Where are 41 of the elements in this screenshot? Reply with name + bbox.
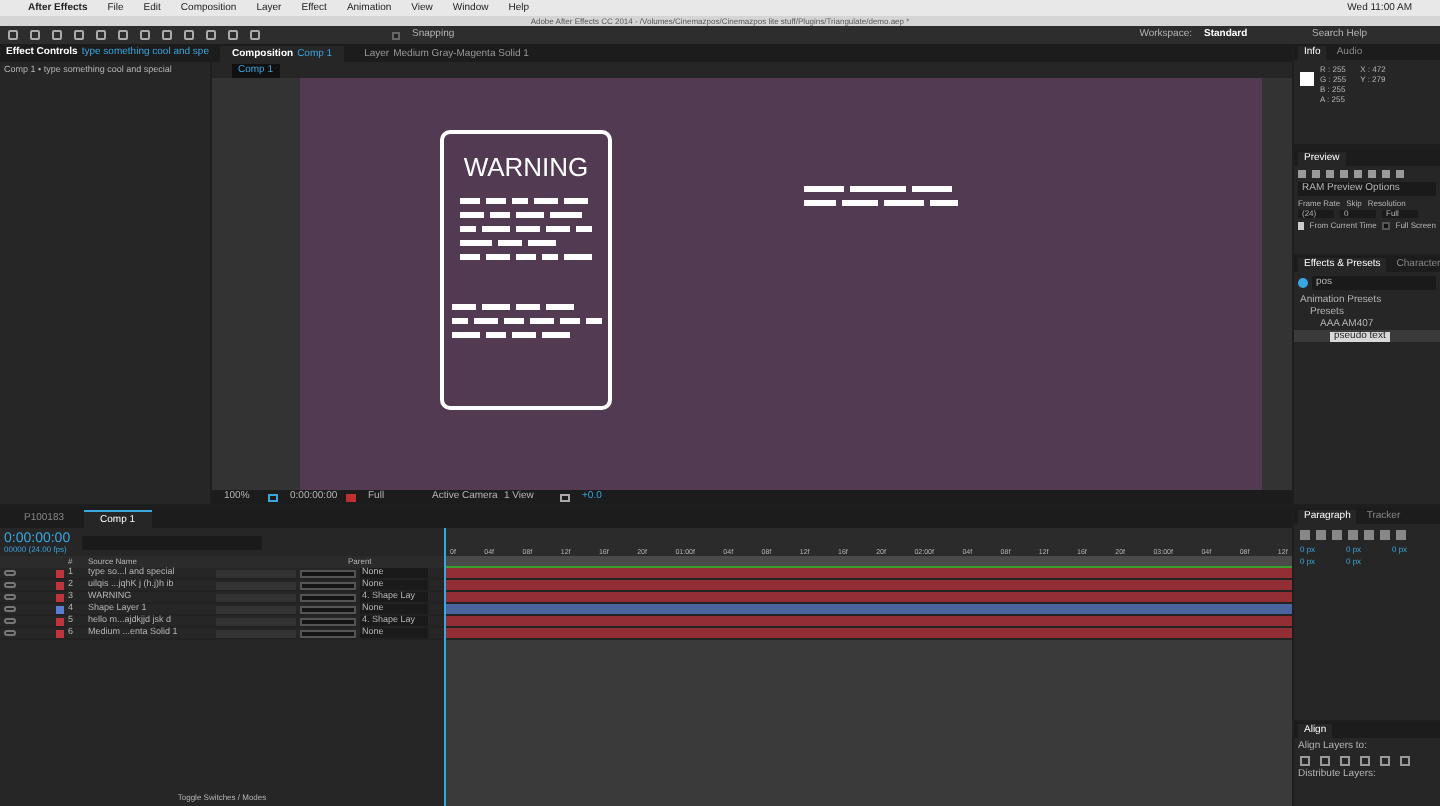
grid-icon[interactable] bbox=[560, 493, 570, 501]
label-color[interactable] bbox=[56, 569, 64, 577]
tool-icon[interactable] bbox=[30, 30, 40, 40]
tool-icon[interactable] bbox=[184, 30, 194, 40]
switches-icon[interactable] bbox=[300, 605, 356, 613]
switches-icon[interactable] bbox=[300, 629, 356, 637]
tool-icon[interactable] bbox=[118, 30, 128, 40]
snapshot-icon[interactable] bbox=[268, 493, 278, 501]
tool-icon[interactable] bbox=[52, 30, 62, 40]
search-icon bbox=[1298, 278, 1308, 288]
tool-icon[interactable] bbox=[162, 30, 172, 40]
color-icon[interactable] bbox=[346, 493, 356, 501]
work-area-bar[interactable] bbox=[446, 556, 1292, 568]
layer-bar[interactable] bbox=[446, 568, 1292, 580]
switches-icon[interactable] bbox=[300, 593, 356, 601]
checkbox[interactable] bbox=[1298, 222, 1304, 230]
tool-icon[interactable] bbox=[96, 30, 106, 40]
label-color[interactable] bbox=[56, 581, 64, 589]
switches-icon[interactable] bbox=[300, 617, 356, 625]
label-color[interactable] bbox=[56, 593, 64, 601]
tool-icon[interactable] bbox=[250, 30, 260, 40]
tool-icon[interactable] bbox=[140, 30, 150, 40]
layer-bar[interactable] bbox=[446, 580, 1292, 592]
switches-icon[interactable] bbox=[300, 581, 356, 589]
tool-icon[interactable] bbox=[8, 30, 18, 40]
tool-icon[interactable] bbox=[206, 30, 216, 40]
color-swatch bbox=[1300, 72, 1314, 86]
tool-icon[interactable] bbox=[228, 30, 238, 40]
label-color[interactable] bbox=[56, 617, 64, 625]
text-lines-drawing bbox=[460, 198, 592, 260]
switches-icon[interactable] bbox=[300, 569, 356, 577]
label-color[interactable] bbox=[56, 605, 64, 613]
label-color[interactable] bbox=[56, 629, 64, 637]
snapping-checkbox[interactable] bbox=[392, 31, 400, 39]
layer-bar[interactable] bbox=[446, 616, 1292, 628]
tool-icon[interactable] bbox=[74, 30, 84, 40]
layer-bar[interactable] bbox=[446, 592, 1292, 604]
warning-heading: WARNING bbox=[463, 154, 589, 180]
layer-bar[interactable] bbox=[446, 604, 1292, 616]
layer-bar[interactable] bbox=[446, 628, 1292, 640]
checkbox[interactable] bbox=[1382, 222, 1390, 230]
